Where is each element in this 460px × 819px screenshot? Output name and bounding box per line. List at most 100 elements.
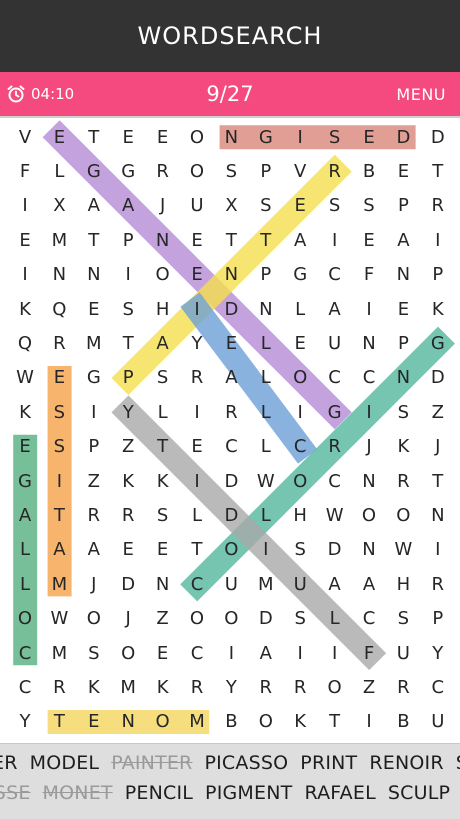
grid-cell[interactable]: T bbox=[77, 223, 111, 257]
grid-cell[interactable]: O bbox=[386, 498, 420, 532]
grid-cell[interactable]: O bbox=[146, 258, 180, 292]
grid-cell[interactable]: E bbox=[283, 326, 317, 360]
grid-cell[interactable]: R bbox=[318, 430, 352, 464]
grid-cell[interactable]: P bbox=[386, 189, 420, 223]
grid-cell[interactable]: B bbox=[352, 154, 386, 188]
grid-cell[interactable]: I bbox=[77, 395, 111, 429]
grid-cell[interactable]: S bbox=[283, 602, 317, 636]
grid-cell[interactable]: Z bbox=[146, 602, 180, 636]
grid-cell[interactable]: Y bbox=[8, 705, 42, 739]
grid-cell[interactable]: K bbox=[111, 464, 145, 498]
grid-cell[interactable]: J bbox=[421, 430, 455, 464]
grid-cell[interactable]: M bbox=[42, 567, 76, 601]
grid-cell[interactable]: C bbox=[318, 361, 352, 395]
grid-cell[interactable]: E bbox=[352, 120, 386, 154]
grid-cell[interactable]: C bbox=[318, 464, 352, 498]
grid-cell[interactable]: O bbox=[318, 670, 352, 704]
grid-cell[interactable]: R bbox=[386, 670, 420, 704]
grid-cell[interactable]: N bbox=[352, 533, 386, 567]
grid-cell[interactable]: O bbox=[214, 533, 248, 567]
grid-cell[interactable]: S bbox=[111, 292, 145, 326]
grid-cell[interactable]: F bbox=[352, 258, 386, 292]
grid-cell[interactable]: K bbox=[8, 395, 42, 429]
grid-cell[interactable]: B bbox=[386, 705, 420, 739]
grid-cell[interactable]: H bbox=[283, 498, 317, 532]
grid-cell[interactable]: E bbox=[111, 120, 145, 154]
grid-cell[interactable]: E bbox=[77, 292, 111, 326]
grid-cell[interactable]: S bbox=[386, 602, 420, 636]
grid-cell[interactable]: D bbox=[318, 533, 352, 567]
grid-cell[interactable]: E bbox=[42, 361, 76, 395]
grid-cell[interactable]: R bbox=[421, 567, 455, 601]
grid-cell[interactable]: S bbox=[146, 361, 180, 395]
grid-cell[interactable]: L bbox=[318, 602, 352, 636]
grid-cell[interactable]: D bbox=[214, 292, 248, 326]
grid-cell[interactable]: S bbox=[214, 154, 248, 188]
grid-cell[interactable]: C bbox=[352, 361, 386, 395]
grid-cell[interactable]: G bbox=[8, 464, 42, 498]
grid-cell[interactable]: N bbox=[352, 464, 386, 498]
grid-cell[interactable]: C bbox=[8, 670, 42, 704]
grid-cell[interactable]: E bbox=[77, 705, 111, 739]
grid-cell[interactable]: D bbox=[214, 498, 248, 532]
grid-cell[interactable]: N bbox=[249, 292, 283, 326]
grid-cell[interactable]: Q bbox=[8, 326, 42, 360]
grid-cell[interactable]: J bbox=[352, 430, 386, 464]
grid-cell[interactable]: U bbox=[214, 567, 248, 601]
grid-cell[interactable]: Z bbox=[77, 464, 111, 498]
grid-cell[interactable]: G bbox=[111, 154, 145, 188]
grid-cell[interactable]: P bbox=[421, 258, 455, 292]
grid-cell[interactable]: H bbox=[386, 567, 420, 601]
grid-cell[interactable]: W bbox=[8, 361, 42, 395]
grid-cell[interactable]: I bbox=[42, 464, 76, 498]
grid-cell[interactable]: U bbox=[180, 189, 214, 223]
grid-cell[interactable]: E bbox=[283, 189, 317, 223]
grid-cell[interactable]: N bbox=[77, 258, 111, 292]
grid-cell[interactable]: O bbox=[214, 602, 248, 636]
grid-cell[interactable]: M bbox=[42, 636, 76, 670]
grid-cell[interactable]: A bbox=[318, 292, 352, 326]
grid-cell[interactable]: N bbox=[214, 120, 248, 154]
grid-cell[interactable]: L bbox=[8, 533, 42, 567]
grid-cell[interactable]: O bbox=[283, 361, 317, 395]
grid-cell[interactable]: I bbox=[8, 189, 42, 223]
grid-cell[interactable]: G bbox=[77, 154, 111, 188]
grid-cell[interactable]: P bbox=[249, 258, 283, 292]
grid-cell[interactable]: I bbox=[318, 636, 352, 670]
grid-cell[interactable]: D bbox=[214, 464, 248, 498]
grid-cell[interactable]: U bbox=[318, 326, 352, 360]
grid-cell[interactable]: A bbox=[146, 326, 180, 360]
puzzle-board[interactable]: VETEEONGISEDDFLGGROSPVRBETIXAAJUXSESSPRE… bbox=[0, 118, 460, 743]
grid-cell[interactable]: M bbox=[77, 326, 111, 360]
grid-cell[interactable]: I bbox=[283, 395, 317, 429]
grid-cell[interactable]: I bbox=[8, 258, 42, 292]
grid-cell[interactable]: N bbox=[111, 705, 145, 739]
grid-cell[interactable]: A bbox=[77, 189, 111, 223]
grid-cell[interactable]: K bbox=[146, 670, 180, 704]
grid-cell[interactable]: G bbox=[249, 120, 283, 154]
grid-cell[interactable]: T bbox=[146, 430, 180, 464]
grid-cell[interactable]: I bbox=[180, 292, 214, 326]
grid-cell[interactable]: E bbox=[8, 430, 42, 464]
grid-cell[interactable]: N bbox=[146, 223, 180, 257]
grid-cell[interactable]: E bbox=[146, 120, 180, 154]
grid-cell[interactable]: N bbox=[146, 567, 180, 601]
grid-cell[interactable]: T bbox=[180, 533, 214, 567]
grid-cell[interactable]: Y bbox=[214, 670, 248, 704]
grid-cell[interactable]: O bbox=[180, 154, 214, 188]
grid-cell[interactable]: X bbox=[214, 189, 248, 223]
grid-cell[interactable]: A bbox=[318, 567, 352, 601]
grid-cell[interactable]: E bbox=[146, 636, 180, 670]
grid-cell[interactable]: D bbox=[111, 567, 145, 601]
grid-cell[interactable]: R bbox=[386, 464, 420, 498]
grid-cell[interactable]: A bbox=[111, 189, 145, 223]
grid-cell[interactable]: C bbox=[180, 636, 214, 670]
grid-cell[interactable]: L bbox=[249, 361, 283, 395]
grid-cell[interactable]: V bbox=[283, 154, 317, 188]
grid-cell[interactable]: T bbox=[421, 154, 455, 188]
grid-cell[interactable]: E bbox=[352, 223, 386, 257]
grid-cell[interactable]: L bbox=[42, 154, 76, 188]
grid-cell[interactable]: P bbox=[111, 361, 145, 395]
grid-cell[interactable]: R bbox=[421, 189, 455, 223]
grid-cell[interactable]: L bbox=[8, 567, 42, 601]
